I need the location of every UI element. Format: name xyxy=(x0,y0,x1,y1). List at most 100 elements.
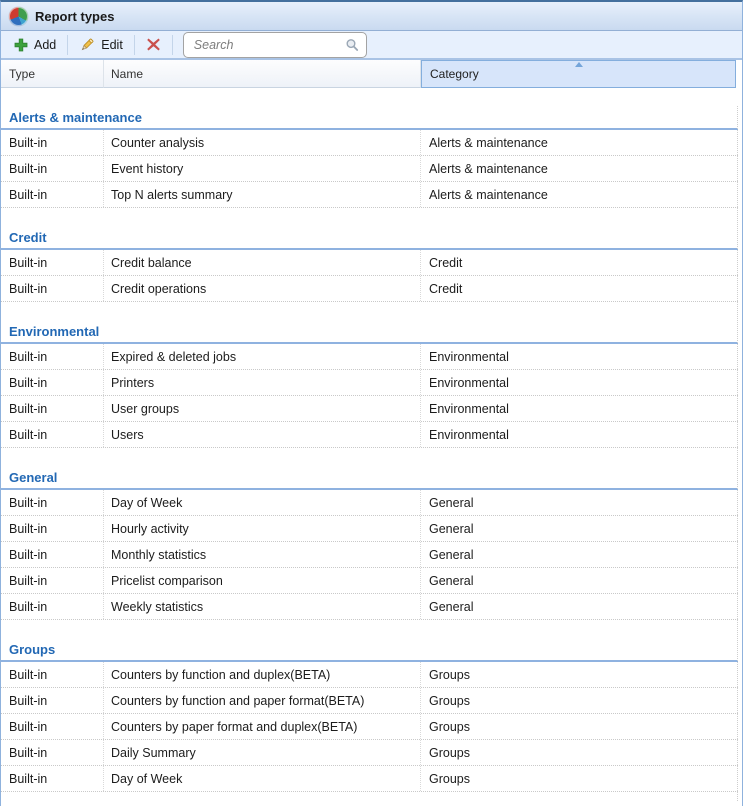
table-row[interactable]: Built-inUser groupsEnvironmental xyxy=(1,396,738,422)
table-row[interactable]: Built-inDay of WeekGroups xyxy=(1,766,738,792)
cell-type: Built-in xyxy=(1,396,104,421)
cell-category: Environmental xyxy=(421,396,738,421)
table-row[interactable]: Built-inHourly activityGeneral xyxy=(1,516,738,542)
group-label: Alerts & maintenance xyxy=(9,110,142,125)
table-row[interactable]: Built-inCounters by function and paper f… xyxy=(1,688,738,714)
cell-type: Built-in xyxy=(1,250,104,275)
cell-category: General xyxy=(421,568,738,593)
group-header[interactable]: Groups xyxy=(1,638,738,662)
table-row[interactable]: Built-inExpired & deleted jobsEnvironmen… xyxy=(1,344,738,370)
delete-x-icon xyxy=(146,37,161,52)
cell-type: Built-in xyxy=(1,688,104,713)
group-label: Groups xyxy=(9,642,55,657)
table-row-partial[interactable] xyxy=(1,792,738,801)
toolbar-separator xyxy=(172,35,173,55)
table-row[interactable]: Built-inCredit operationsCredit xyxy=(1,276,738,302)
table-row[interactable]: Built-inDaily SummaryGroups xyxy=(1,740,738,766)
cell-name: Weekly statistics xyxy=(104,594,421,619)
cell-category: Environmental xyxy=(421,370,738,395)
table-row[interactable]: Built-inCounters by paper format and dup… xyxy=(1,714,738,740)
cell-category: Groups xyxy=(421,714,738,739)
table-row[interactable]: Built-inCredit balanceCredit xyxy=(1,250,738,276)
cell-type: Built-in xyxy=(1,662,104,687)
search-input[interactable] xyxy=(184,38,345,52)
cell-category: Alerts & maintenance xyxy=(421,130,738,155)
cell-category: Groups xyxy=(421,740,738,765)
edit-button[interactable]: Edit xyxy=(74,35,128,55)
cell-type: Built-in xyxy=(1,516,104,541)
cell-category: Credit xyxy=(421,276,738,301)
cell-category: General xyxy=(421,542,738,567)
table-row[interactable]: Built-inEvent historyAlerts & maintenanc… xyxy=(1,156,738,182)
cell-name: Monthly statistics xyxy=(104,542,421,567)
table-row[interactable]: Built-inUsersEnvironmental xyxy=(1,422,738,448)
cell-type: Built-in xyxy=(1,276,104,301)
group-header[interactable]: Credit xyxy=(1,226,738,250)
group-header[interactable]: Environmental xyxy=(1,320,738,344)
cell-name: Pricelist comparison xyxy=(104,568,421,593)
toolbar-separator xyxy=(67,35,68,55)
cell-type: Built-in xyxy=(1,130,104,155)
table-row[interactable]: Built-inPricelist comparisonGeneral xyxy=(1,568,738,594)
table-row[interactable]: Built-inPrintersEnvironmental xyxy=(1,370,738,396)
cell-name: Day of Week xyxy=(104,490,421,515)
table-row[interactable]: Built-inMonthly statisticsGeneral xyxy=(1,542,738,568)
cell-type: Built-in xyxy=(1,594,104,619)
cell-category: Alerts & maintenance xyxy=(421,156,738,181)
cell-type: Built-in xyxy=(1,344,104,369)
cell-category: Alerts & maintenance xyxy=(421,182,738,207)
column-header-name[interactable]: Name xyxy=(104,60,421,88)
cell-type: Built-in xyxy=(1,490,104,515)
cell-name: User groups xyxy=(104,396,421,421)
cell-type: Built-in xyxy=(1,182,104,207)
titlebar: Report types xyxy=(1,2,742,31)
cell-type: Built-in xyxy=(1,740,104,765)
group-label: Credit xyxy=(9,230,47,245)
cell-name: Printers xyxy=(104,370,421,395)
group-label: General xyxy=(9,470,57,485)
grid-body: Alerts & maintenanceBuilt-inCounter anal… xyxy=(1,106,743,801)
cell-type: Built-in xyxy=(1,714,104,739)
table-row[interactable]: Built-inCounter analysisAlerts & mainten… xyxy=(1,130,738,156)
column-header-category[interactable]: Category xyxy=(421,60,736,88)
cell-category: General xyxy=(421,490,738,515)
cell-type: Built-in xyxy=(1,542,104,567)
cell-category: Environmental xyxy=(421,422,738,447)
cell-category: Credit xyxy=(421,250,738,275)
cell-category: General xyxy=(421,594,738,619)
cell-name: Event history xyxy=(104,156,421,181)
table-row[interactable]: Built-inWeekly statisticsGeneral xyxy=(1,594,738,620)
grid-right-edge xyxy=(737,106,738,801)
pencil-icon xyxy=(79,37,95,53)
toolbar: Add Edit xyxy=(1,31,742,60)
cell-type: Built-in xyxy=(1,766,104,791)
table-row[interactable]: Built-inTop N alerts summaryAlerts & mai… xyxy=(1,182,738,208)
group-header[interactable]: General xyxy=(1,466,738,490)
cell-category: Groups xyxy=(421,766,738,791)
table-row[interactable]: Built-inDay of WeekGeneral xyxy=(1,490,738,516)
cell-name: Credit balance xyxy=(104,250,421,275)
column-header-category-label: Category xyxy=(430,67,479,81)
cell-category: General xyxy=(421,516,738,541)
column-header-row: Type Name Category xyxy=(1,60,742,88)
add-button[interactable]: Add xyxy=(9,36,61,54)
cell-name: Counters by function and paper format(BE… xyxy=(104,688,421,713)
window-title: Report types xyxy=(35,9,114,24)
plus-icon xyxy=(14,38,28,52)
table-row[interactable]: Built-inCounters by function and duplex(… xyxy=(1,662,738,688)
cell-category: Groups xyxy=(421,688,738,713)
group-label: Environmental xyxy=(9,324,99,339)
cell-name: Credit operations xyxy=(104,276,421,301)
edit-button-label: Edit xyxy=(101,38,123,52)
cell-name: Hourly activity xyxy=(104,516,421,541)
add-button-label: Add xyxy=(34,38,56,52)
column-header-type[interactable]: Type xyxy=(1,60,104,88)
delete-button[interactable] xyxy=(141,35,166,54)
cell-type: Built-in xyxy=(1,156,104,181)
pie-chart-icon xyxy=(9,7,28,26)
report-types-window: Report types Add Edit xyxy=(0,0,743,806)
toolbar-separator xyxy=(134,35,135,55)
group-header[interactable]: Alerts & maintenance xyxy=(1,106,738,130)
column-header-name-label: Name xyxy=(111,67,143,81)
cell-type: Built-in xyxy=(1,422,104,447)
